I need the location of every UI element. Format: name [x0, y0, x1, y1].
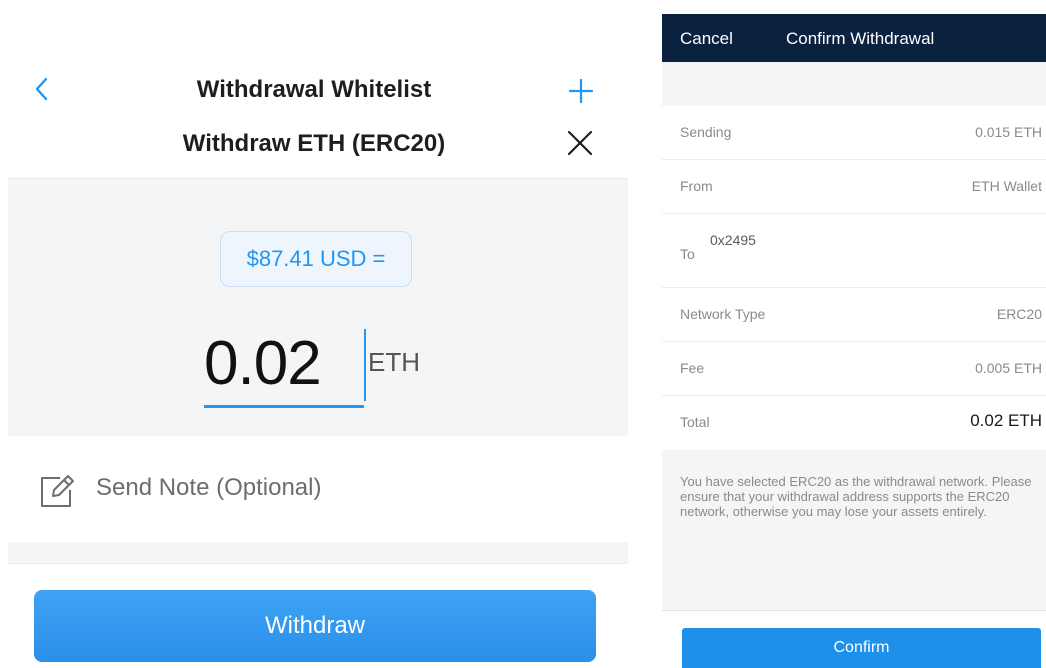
cancel-button[interactable]: Cancel [680, 29, 733, 49]
edit-icon [38, 472, 76, 510]
section-divider [8, 542, 628, 564]
plus-icon[interactable] [566, 76, 596, 106]
amount-input[interactable]: 0.02 ETH [8, 319, 628, 409]
usd-equivalent-toggle[interactable]: $87.41 USD = [220, 231, 412, 287]
close-icon[interactable] [564, 127, 596, 159]
detail-label: Total [680, 414, 710, 430]
detail-value: ERC20 [996, 306, 1042, 322]
detail-value: 0.02 ETH [970, 411, 1042, 430]
amount-value: 0.02 [204, 329, 322, 398]
withdraw-button[interactable]: Withdraw [34, 590, 596, 662]
send-note-field[interactable]: Send Note (Optional) [8, 436, 628, 542]
amount-section: $87.41 USD = 0.02 ETH [8, 178, 628, 436]
confirm-header: Cancel Confirm Withdrawal [662, 14, 1046, 62]
network-warning-text: You have selected ERC20 as the withdrawa… [680, 474, 1032, 519]
withdrawal-details-list: Sending 0.015 ETH From ETH Wallet To 0x2… [662, 106, 1046, 450]
detail-row-network-type: Network Type ERC20 [662, 288, 1046, 342]
page-title: Withdrawal Whitelist [196, 76, 432, 103]
detail-value: ETH Wallet [971, 178, 1042, 194]
text-cursor [364, 329, 366, 401]
detail-row-to: To 0x2495 [662, 214, 1046, 288]
detail-value: 0.015 ETH [975, 124, 1042, 140]
detail-row-total: Total 0.02 ETH [662, 396, 1046, 450]
detail-row-fee: Fee 0.005 ETH [662, 342, 1046, 396]
detail-label: Sending [680, 124, 732, 140]
detail-label: Fee [680, 360, 705, 376]
withdraw-panel: Withdrawal Whitelist Withdraw ETH (ERC20… [0, 0, 628, 668]
send-note-placeholder: Send Note (Optional) [96, 474, 322, 501]
header-spacer [662, 62, 1046, 106]
amount-underline [204, 405, 364, 408]
confirm-withdrawal-panel: Cancel Confirm Withdrawal Sending 0.015 … [662, 14, 1046, 668]
detail-label: To [680, 246, 695, 262]
sheet-title: Withdraw ETH (ERC20) [182, 130, 446, 157]
detail-value: 0.005 ETH [975, 360, 1042, 376]
amount-unit: ETH [368, 347, 420, 377]
confirm-title: Confirm Withdrawal [786, 29, 935, 48]
detail-label: Network Type [680, 306, 766, 322]
destination-address: 0x2495 [710, 232, 756, 248]
confirm-button[interactable]: Confirm [682, 628, 1041, 668]
detail-row-from: From ETH Wallet [662, 160, 1046, 214]
detail-label: From [680, 178, 713, 194]
detail-row-sending: Sending 0.015 ETH [662, 106, 1046, 160]
